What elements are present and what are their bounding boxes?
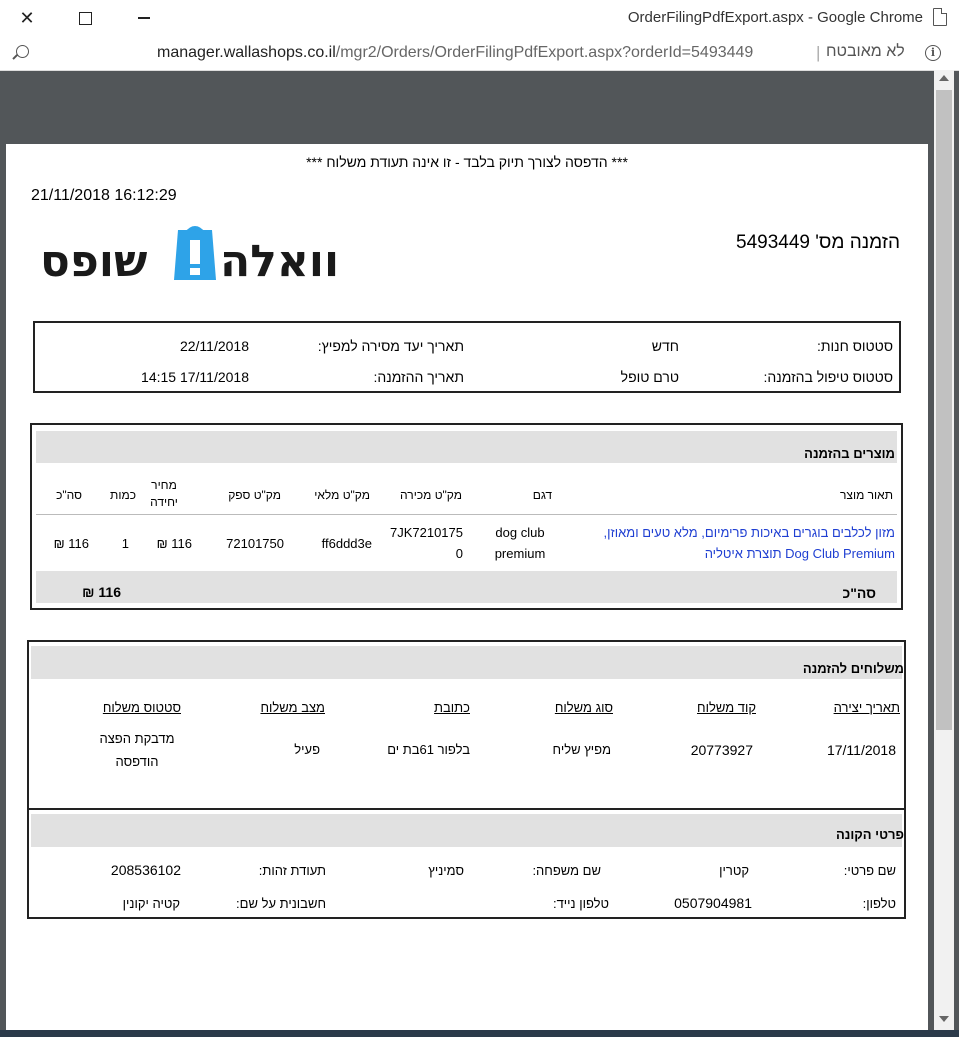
shipment-created: 17/11/2018 xyxy=(826,742,896,758)
col-supplier-sku: מק"ט ספק xyxy=(228,488,281,502)
order-status-box: סטטוס חנות: חדש תאריך יעד מסירה למפיץ: 2… xyxy=(33,321,901,393)
url-field[interactable]: manager.wallashops.co.il/mgr2/Orders/Ord… xyxy=(157,44,753,62)
product-total: 116 ₪ xyxy=(53,536,89,551)
col-model: דגם xyxy=(532,488,552,502)
products-footer-bar xyxy=(36,571,897,603)
invoice-name-value: קטיה יקונין xyxy=(122,896,180,911)
document-icon xyxy=(933,8,947,26)
mobile-label: טלפון נייד: xyxy=(552,896,609,911)
col-description: תאור מוצר xyxy=(840,488,893,502)
last-name-label: שם משפחה: xyxy=(532,863,601,878)
url-separator: | xyxy=(816,43,821,62)
shipments-box: משלוחים להזמנה תאריך יצירה קוד משלוח סוג… xyxy=(27,640,906,810)
shipment-status-line2: הודפסה xyxy=(115,754,159,769)
store-status-label: סטטוס חנות: xyxy=(816,338,893,354)
col-sale-sku: מק"ט מכירה xyxy=(400,488,462,502)
info-icon[interactable]: i xyxy=(925,45,941,61)
shipments-header: משלוחים להזמנה xyxy=(802,661,904,676)
store-status-value: חדש xyxy=(651,338,679,354)
document-page: *** הדפסה לצורך תיוק בלבד - זו אינה תעוד… xyxy=(6,144,928,1037)
first-name-value: קטרין xyxy=(719,863,749,878)
shipment-code: 20773927 xyxy=(690,742,753,758)
scroll-up-icon[interactable] xyxy=(939,75,949,81)
product-model-line2: premium xyxy=(494,546,546,561)
products-header-bar xyxy=(36,431,897,463)
product-stock-sku: ff6ddd3e xyxy=(321,536,372,551)
handling-status-value: טרם טופל xyxy=(620,369,679,385)
col-total: סה"כ xyxy=(56,488,82,502)
product-quantity: 1 xyxy=(121,536,129,551)
wallashops-logo: שופס וואלה xyxy=(40,224,370,288)
col-quantity: כמות xyxy=(110,488,136,502)
products-divider xyxy=(36,514,897,515)
order-date-label: תאריך ההזמנה: xyxy=(373,369,465,385)
col-stock-sku: מק"ט מלאי xyxy=(314,488,370,502)
col-unit-price-2: יחידה xyxy=(150,495,178,509)
invoice-name-label: חשבונית על שם: xyxy=(236,896,326,911)
buyer-header: פרטי הקונה xyxy=(835,827,904,842)
col-shipment-code: קוד משלוח xyxy=(697,700,756,715)
products-box: מוצרים בהזמנה תאור מוצר דגם מק"ט מכירה מ… xyxy=(30,423,903,610)
maximize-icon[interactable] xyxy=(72,6,98,30)
product-supplier-sku: 72101750 xyxy=(226,536,284,551)
svg-text:וואלה: וואלה xyxy=(220,236,339,287)
window-titlebar: ✕ OrderFilingPdfExport.aspx - Google Chr… xyxy=(0,0,959,38)
phone-value: 0507904981 xyxy=(674,895,752,911)
product-description-line1[interactable]: מזון לכלבים בוגרים באיכות פרימיום, מלא ט… xyxy=(604,525,895,540)
product-sale-sku-line1: 7JK7210175 xyxy=(389,525,463,540)
print-notice: *** הדפסה לצורך תיוק בלבד - זו אינה תעוד… xyxy=(306,154,628,170)
last-name-value: סמיניץ xyxy=(428,863,464,878)
buyer-box: פרטי הקונה שם פרטי: קטרין שם משפחה: סמינ… xyxy=(27,808,906,919)
shipments-header-bar xyxy=(31,646,902,679)
col-address: כתובת xyxy=(434,700,470,715)
product-unit-price: 116 ₪ xyxy=(156,536,192,551)
id-label: תעודת זהות: xyxy=(258,863,326,878)
scroll-down-icon[interactable] xyxy=(939,1016,949,1022)
shipment-status-line1: מדבקת הפצה xyxy=(99,731,175,746)
shipment-type: מפיץ שליח xyxy=(552,742,611,757)
col-created: תאריך יצירה xyxy=(833,700,900,715)
zoom-icon[interactable] xyxy=(16,45,29,58)
product-description-line2[interactable]: Dog Club Premium תוצרת איטליה xyxy=(705,546,895,561)
close-icon[interactable]: ✕ xyxy=(14,6,40,30)
order-title: הזמנה מס' 5493449 xyxy=(736,232,900,253)
print-datetime: 21/11/2018 16:12:29 xyxy=(31,187,177,204)
phone-label: טלפון: xyxy=(862,896,896,911)
products-header: מוצרים בהזמנה xyxy=(804,446,895,461)
col-unit-price-1: מחיר xyxy=(151,478,177,492)
taskbar-strip xyxy=(0,1030,959,1037)
id-value: 208536102 xyxy=(110,862,181,878)
col-shipment-type: סוג משלוח xyxy=(554,700,613,715)
delivery-date-label: תאריך יעד מסירה למפיץ: xyxy=(317,338,464,354)
shipment-state: פעיל xyxy=(294,742,320,757)
delivery-date-value: 22/11/2018 xyxy=(179,338,249,354)
first-name-label: שם פרטי: xyxy=(843,863,896,878)
product-sale-sku-line2: 0 xyxy=(455,546,463,561)
shipment-address: בלפור 61בת ים xyxy=(387,742,470,757)
products-footer-total: 116 ₪ xyxy=(82,584,121,600)
minimize-icon[interactable] xyxy=(131,6,157,30)
scrollbar-thumb[interactable] xyxy=(936,90,952,730)
url-path: /mgr2/Orders/OrderFilingPdfExport.aspx?o… xyxy=(335,44,754,61)
not-secure-label[interactable]: לא מאובטח xyxy=(826,43,905,61)
order-date-value: 17/11/2018 14:15 xyxy=(141,369,249,385)
url-host: manager.wallashops.co.il xyxy=(157,44,336,61)
window-title: OrderFilingPdfExport.aspx - Google Chrom… xyxy=(627,9,923,26)
address-bar: manager.wallashops.co.il/mgr2/Orders/Ord… xyxy=(0,37,959,71)
svg-text:שופס: שופס xyxy=(40,236,147,287)
handling-status-label: סטטוס טיפול בהזמנה: xyxy=(763,369,893,385)
col-shipment-status: סטטוס משלוח xyxy=(102,700,181,715)
products-footer-label: סה"כ xyxy=(842,585,876,601)
col-shipment-state: מצב משלוח xyxy=(260,700,325,715)
product-model-line1: dog club xyxy=(495,525,545,540)
buyer-header-bar xyxy=(31,814,902,847)
